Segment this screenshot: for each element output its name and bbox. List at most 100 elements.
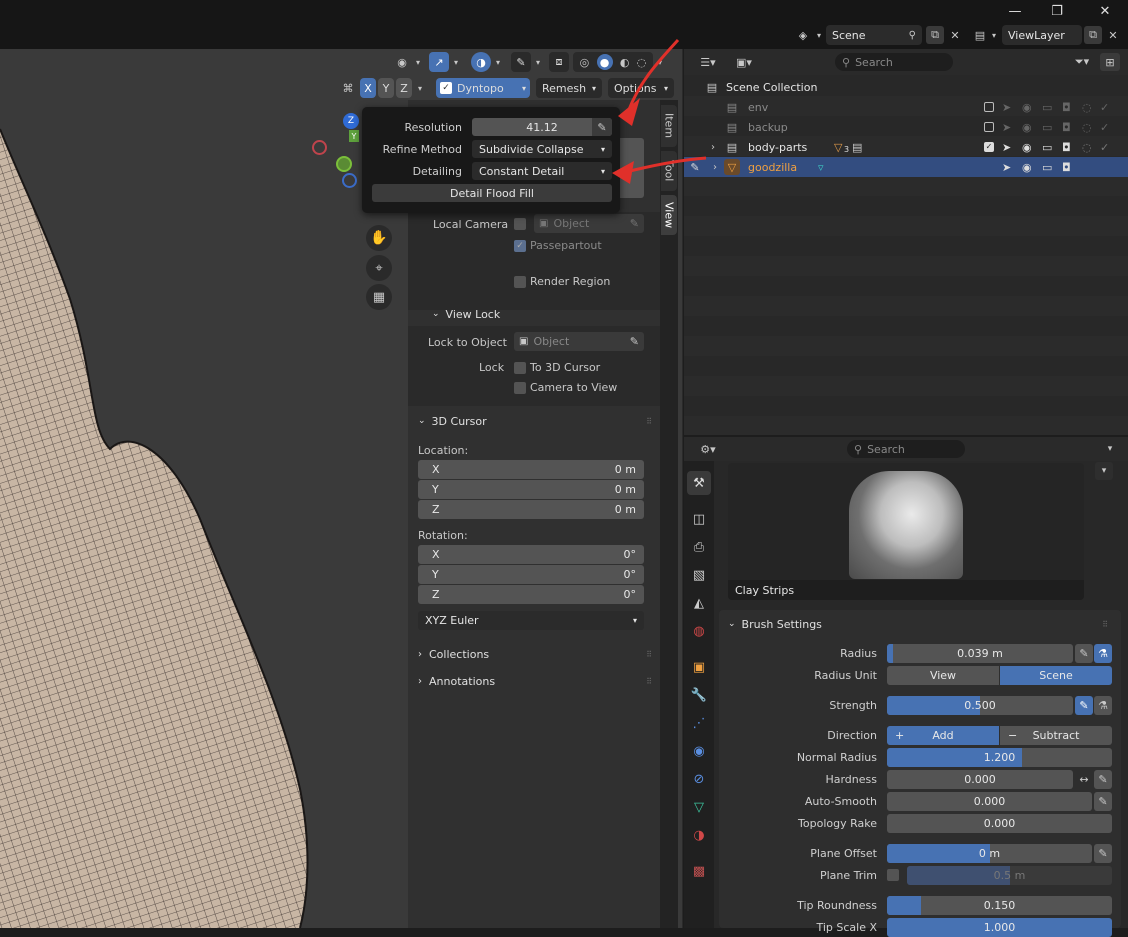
local-camera-field[interactable]: ▣ Object ✎	[534, 214, 644, 233]
gizmo-z-axis[interactable]: Z	[343, 113, 359, 129]
scene-field[interactable]: Scene ⚲	[826, 25, 922, 45]
strength-unit-icon[interactable]: ⚗	[1094, 696, 1112, 715]
solid-shading-icon[interactable]: ●	[596, 54, 613, 70]
radius-unit-icon[interactable]: ⚗	[1094, 644, 1112, 663]
pressure-icon[interactable]: ✎	[1094, 844, 1112, 863]
outliner-row-backup[interactable]: ▤ backup ➤ ◉ ▭ ◘ ◌ ✓	[684, 117, 1128, 137]
pressure-icon[interactable]: ✎	[1075, 644, 1093, 663]
resolution-field[interactable]: 41.12	[472, 118, 612, 136]
auto-smooth-slider[interactable]: 0.000	[887, 792, 1092, 811]
axis-y-toggle[interactable]: Y	[378, 78, 394, 98]
exclude-checkbox[interactable]	[984, 102, 994, 112]
delete-viewlayer-icon[interactable]: ✕	[1106, 26, 1120, 44]
brush-settings-header[interactable]: ⌄ Brush Settings ⠿	[728, 614, 1108, 634]
object-tab-icon[interactable]: ▣	[687, 655, 711, 679]
visibility-icon[interactable]: ◉	[393, 56, 411, 69]
eyedropper-icon[interactable]: ✎	[630, 217, 639, 230]
ortho-grid-icon[interactable]: ▦	[366, 284, 392, 310]
outliner-row-body-parts[interactable]: › ▤ body-parts ▽ 3 ▤ ✓ ➤ ◉ ▭ ◘ ◌ ✓	[684, 137, 1128, 157]
dyntopo-checkbox[interactable]: ✓	[440, 82, 452, 94]
normal-radius-slider[interactable]: 1.200	[887, 748, 1112, 767]
chevron-right-icon[interactable]: ›	[710, 162, 720, 173]
monitor-icon[interactable]: ▭	[1042, 121, 1052, 134]
material-shading-icon[interactable]: ◐	[620, 56, 630, 69]
gizmo-y-axis[interactable]: Y	[349, 130, 359, 142]
refine-method-select[interactable]: Subdivide Collapse ▾	[472, 140, 612, 158]
gizmo-toggle-icon[interactable]: ↗	[429, 52, 449, 72]
viewlayer-field[interactable]: ViewLayer	[1002, 25, 1082, 45]
indirect-only-icon[interactable]: ✓	[1100, 141, 1109, 154]
rotation-x-field[interactable]: X 0°	[418, 545, 644, 564]
tab-view[interactable]: View	[661, 195, 677, 235]
render-region-checkbox[interactable]	[514, 276, 526, 288]
close-button[interactable]: ✕	[1085, 0, 1125, 22]
pressure-icon[interactable]: ✎	[1094, 792, 1112, 811]
indirect-only-icon[interactable]: ✓	[1100, 121, 1109, 134]
location-z-field[interactable]: Z 0 m	[418, 500, 644, 519]
chevron-down-icon[interactable]: ▾	[413, 58, 423, 67]
radius-unit-scene-button[interactable]: Scene	[1000, 666, 1112, 685]
chevron-down-icon[interactable]: ▾	[493, 58, 503, 67]
chevron-right-icon[interactable]: ›	[708, 142, 718, 153]
strength-slider[interactable]: 0.500	[887, 696, 1073, 715]
passepartout-checkbox[interactable]: ✓	[514, 240, 526, 252]
local-camera-checkbox[interactable]	[514, 218, 526, 230]
rotation-z-field[interactable]: Z 0°	[418, 585, 644, 604]
chevron-down-icon[interactable]: ▾	[414, 84, 426, 93]
editor-type-icon[interactable]: ☰▾	[694, 53, 722, 71]
scene-selector[interactable]: ◈ ▾	[792, 25, 824, 45]
edit-mode-icon[interactable]: ✎	[688, 161, 702, 174]
physics-tab-icon[interactable]: ◉	[687, 739, 711, 763]
properties-search-input[interactable]: ⚲ Search	[847, 440, 965, 458]
output-tab-icon[interactable]: ⎙	[687, 535, 711, 559]
render-tab-icon[interactable]: ◫	[687, 507, 711, 531]
constraints-tab-icon[interactable]: ⊘	[687, 767, 711, 791]
invert-arrows-icon[interactable]: ↔	[1075, 770, 1093, 789]
drag-handle-icon[interactable]: ⠿	[646, 650, 652, 659]
radius-slider[interactable]: 0.039 m	[887, 644, 1073, 663]
minimize-button[interactable]: —	[995, 0, 1035, 22]
tool-tab-icon[interactable]: ⚒	[687, 471, 711, 495]
plane-offset-slider[interactable]: 0 m	[887, 844, 1092, 863]
drag-handle-icon[interactable]: ⠿	[646, 677, 652, 686]
monitor-icon[interactable]: ▭	[1042, 161, 1052, 174]
camera-to-view-checkbox[interactable]	[514, 382, 526, 394]
eye-icon[interactable]: ◉	[1022, 121, 1032, 134]
drag-handle-icon[interactable]: ⠿	[1102, 620, 1108, 629]
eye-icon[interactable]: ◉	[1022, 161, 1032, 174]
exclude-checkbox[interactable]: ✓	[984, 142, 994, 152]
exclude-checkbox[interactable]	[984, 122, 994, 132]
to-3d-cursor-checkbox[interactable]	[514, 362, 526, 374]
pin-icon[interactable]: ⚲	[909, 30, 916, 41]
axis-x-toggle[interactable]: X	[360, 78, 376, 98]
gizmo-neg-y-axis[interactable]	[336, 156, 352, 172]
maximize-button[interactable]: ❐	[1037, 0, 1077, 22]
chevron-down-icon[interactable]: ▾	[1102, 440, 1118, 458]
location-y-field[interactable]: Y 0 m	[418, 480, 644, 499]
camera-icon[interactable]: ◘	[1062, 121, 1071, 134]
wireframe-shading-icon[interactable]: ◎	[580, 56, 590, 69]
chevron-down-icon[interactable]: ▾	[655, 58, 665, 67]
chevron-down-icon[interactable]: ▾	[451, 58, 461, 67]
plane-trim-slider[interactable]: 0.5 m	[907, 866, 1112, 885]
tab-tool[interactable]: Tool	[661, 151, 677, 191]
view-lock-header[interactable]: ⌄ View Lock	[408, 303, 660, 325]
outliner-row-env[interactable]: ▤ env ➤ ◉ ▭ ◘ ◌ ✓	[684, 97, 1128, 117]
modifiers-tab-icon[interactable]: 🔧	[687, 683, 711, 707]
camera-icon[interactable]: ◘	[1062, 101, 1071, 114]
chevron-down-icon[interactable]: ▾	[533, 58, 543, 67]
drag-handle-icon[interactable]: ⠿	[646, 417, 652, 426]
new-viewlayer-icon[interactable]: ⧉	[1084, 26, 1102, 44]
tip-roundness-slider[interactable]: 0.150	[887, 896, 1112, 915]
new-scene-icon[interactable]: ⧉	[926, 26, 944, 44]
detailing-select[interactable]: Constant Detail ▾	[472, 162, 612, 180]
brush-name-field[interactable]: Clay Strips	[728, 580, 1084, 600]
rendered-shading-icon[interactable]: ◌	[637, 56, 647, 69]
monitor-icon[interactable]: ▭	[1042, 141, 1052, 154]
hardness-slider[interactable]: 0.000	[887, 770, 1073, 789]
plane-trim-checkbox[interactable]	[887, 869, 899, 881]
viewlayer-selector[interactable]: ▤ ▾	[970, 25, 998, 45]
radius-unit-view-button[interactable]: View	[887, 666, 999, 685]
indirect-only-icon[interactable]: ✓	[1100, 101, 1109, 114]
dyntopo-menu[interactable]: ✓ Dyntopo ▾	[436, 78, 530, 98]
